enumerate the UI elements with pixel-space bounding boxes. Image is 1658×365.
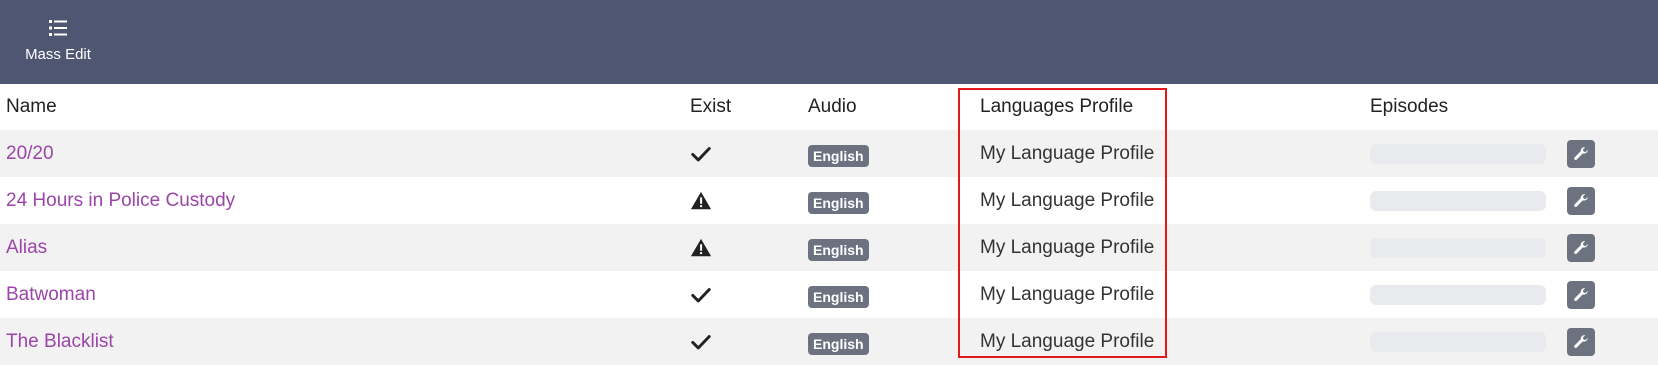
- warning-icon: [690, 191, 712, 209]
- list-icon: [49, 20, 67, 36]
- column-header-name[interactable]: Name: [6, 96, 57, 118]
- series-name-link[interactable]: Batwoman: [6, 284, 96, 306]
- languages-profile-value: My Language Profile: [980, 189, 1155, 211]
- episodes-progress-bar: [1370, 331, 1546, 352]
- check-icon: [691, 334, 711, 349]
- wrench-icon: [1574, 334, 1588, 348]
- check-icon: [691, 146, 711, 161]
- column-header-exist[interactable]: Exist: [690, 96, 731, 118]
- languages-profile-value: My Language Profile: [980, 142, 1155, 164]
- mass-edit-button[interactable]: Mass Edit: [14, 12, 102, 70]
- column-header-audio[interactable]: Audio: [808, 96, 857, 118]
- wrench-icon: [1574, 146, 1588, 160]
- table-row: Batwoman English My Language Profile: [0, 271, 1658, 318]
- series-name-link[interactable]: 24 Hours in Police Custody: [6, 190, 235, 212]
- wrench-icon: [1574, 193, 1588, 207]
- audio-language-badge: English: [808, 238, 869, 261]
- episodes-progress-bar: [1370, 284, 1546, 305]
- audio-language-badge: English: [808, 285, 869, 308]
- edit-series-button[interactable]: [1567, 280, 1595, 309]
- table-row: Alias English My Language Profile: [0, 224, 1658, 271]
- edit-series-button[interactable]: [1567, 139, 1595, 168]
- table-row: 20/20 English My Language Profile: [0, 130, 1658, 177]
- series-table: Name Exist Audio Languages Profile Episo…: [0, 84, 1658, 365]
- languages-profile-value: My Language Profile: [980, 283, 1155, 305]
- column-header-episodes[interactable]: Episodes: [1370, 96, 1448, 118]
- edit-series-button[interactable]: [1567, 233, 1595, 262]
- table-header: Name Exist Audio Languages Profile Episo…: [0, 84, 1658, 130]
- table-row: The Blacklist English My Language Profil…: [0, 318, 1658, 365]
- table-row: 24 Hours in Police Custody English My La…: [0, 177, 1658, 224]
- audio-language-badge: English: [808, 144, 869, 167]
- mass-edit-label: Mass Edit: [25, 46, 91, 63]
- toolbar: Mass Edit: [0, 0, 1658, 84]
- wrench-icon: [1574, 287, 1588, 301]
- warning-icon: [690, 238, 712, 256]
- episodes-progress-bar: [1370, 143, 1546, 164]
- edit-series-button[interactable]: [1567, 186, 1595, 215]
- episodes-progress-bar: [1370, 190, 1546, 211]
- languages-profile-value: My Language Profile: [980, 236, 1155, 258]
- check-icon: [691, 287, 711, 302]
- wrench-icon: [1574, 240, 1588, 254]
- column-header-languages-profile[interactable]: Languages Profile: [980, 96, 1133, 118]
- languages-profile-value: My Language Profile: [980, 330, 1155, 352]
- series-name-link[interactable]: The Blacklist: [6, 331, 114, 353]
- episodes-progress-bar: [1370, 237, 1546, 258]
- edit-series-button[interactable]: [1567, 327, 1595, 356]
- series-name-link[interactable]: Alias: [6, 237, 47, 259]
- series-name-link[interactable]: 20/20: [6, 143, 54, 165]
- audio-language-badge: English: [808, 332, 869, 355]
- audio-language-badge: English: [808, 191, 869, 214]
